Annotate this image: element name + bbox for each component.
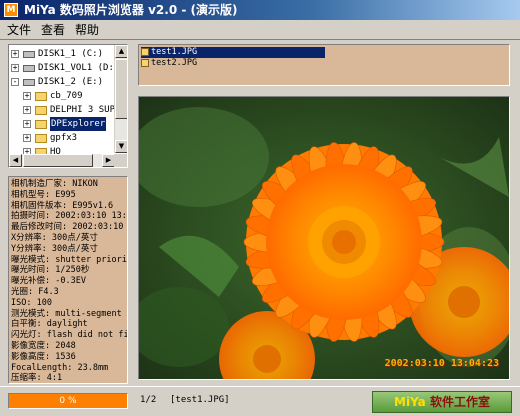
tree-item-label[interactable]: DISK1_1 (C:): [38, 47, 103, 61]
title-bar[interactable]: M MiYa 数码照片浏览器 v2.0 - (演示版): [0, 0, 520, 20]
exif-line: 光圈: F4.3: [11, 287, 59, 297]
exif-line: 测光模式: multi-segment: [11, 308, 122, 319]
file-list-item[interactable]: test2.JPG: [141, 58, 197, 69]
tree-item-label[interactable]: DISK1_2 (E:): [38, 75, 103, 89]
folder-tree[interactable]: + DISK1_1 (C:) + DISK1_VOL1 (D:) - DISK1_2 (E…: [8, 44, 128, 168]
exif-line: 相机固件版本: E995v1.6: [11, 200, 114, 211]
current-file-name: [test1.JPG]: [170, 395, 230, 405]
drive-icon: [23, 51, 35, 58]
exif-info-panel: 相机制造厂家: NIKON 相机型号: E995 相机固件版本: E995v1.6 拍…: [8, 176, 128, 384]
brand-logo: MiYa 软件工作室: [372, 391, 512, 413]
exif-line: 拍摄时间: 2002:03:10 13:: [11, 211, 127, 222]
expand-icon[interactable]: +: [23, 120, 31, 128]
exif-line: 压缩率: 4:1: [11, 373, 63, 384]
exif-line: 相机型号: E995: [11, 189, 76, 200]
exif-line: 相机制造厂家: NIKON: [11, 179, 98, 189]
tree-horizontal-scrollbar[interactable]: ◀ ▶: [9, 154, 115, 167]
scroll-thumb-horizontal[interactable]: [23, 154, 93, 167]
scroll-up-arrow-icon[interactable]: ▲: [115, 45, 127, 58]
folder-icon: [35, 92, 47, 101]
exif-line: 白平衡: daylight: [11, 319, 88, 330]
status-bar: 0 % 1/2 [test1.JPG] MiYa 软件工作室: [0, 386, 520, 416]
folder-icon: [35, 106, 47, 115]
tree-vertical-scrollbar[interactable]: ▲ ▼: [114, 45, 127, 153]
exif-line: ISO: 100: [11, 297, 52, 308]
exif-line: 最后修改时间: 2002:03:10: [11, 222, 124, 233]
photo-datestamp: 2002:03:10 13:04:23: [384, 358, 499, 369]
exif-line: 曝光补偿: -0.3EV: [11, 276, 86, 287]
brand-logo-part1: MiYa: [394, 395, 426, 409]
exif-line: 闪光灯: flash did not fi: [11, 330, 128, 341]
file-name: test2.JPG: [151, 58, 198, 68]
tree-item-label[interactable]: gpfx3: [50, 131, 77, 145]
scroll-left-arrow-icon[interactable]: ◀: [9, 154, 22, 167]
tree-item-label[interactable]: DISK1_VOL1 (D:): [38, 61, 119, 75]
exif-line: 影像高度: 1536: [11, 351, 76, 362]
app-icon[interactable]: M: [4, 3, 18, 17]
exif-line: X分辨率: 300点/英寸: [11, 233, 98, 243]
collapse-icon[interactable]: -: [11, 78, 19, 86]
exif-line: FocalLength: 23.8mm: [11, 362, 109, 373]
window-title: MiYa 数码照片浏览器 v2.0 - (演示版): [24, 3, 238, 17]
expand-icon[interactable]: +: [23, 134, 31, 142]
expand-icon[interactable]: +: [23, 92, 31, 100]
scroll-thumb[interactable]: [115, 59, 127, 119]
file-name: test1.JPG: [151, 47, 198, 57]
progress-bar: 0 %: [8, 393, 128, 409]
folder-icon: [35, 120, 47, 129]
file-list[interactable]: test1.JPG test2.JPG: [138, 44, 510, 86]
brand-logo-part2: 软件工作室: [429, 395, 490, 409]
exif-line: 影像宽度: 2048: [11, 341, 76, 351]
photo-image: [139, 97, 509, 379]
scroll-down-arrow-icon[interactable]: ▼: [115, 140, 127, 153]
tree-item-label[interactable]: DPExplorer: [50, 117, 107, 131]
menu-help[interactable]: 帮助: [72, 22, 102, 38]
file-list-item[interactable]: test1.JPG: [141, 47, 325, 58]
menu-bar: 文件 查看 帮助: [0, 20, 520, 40]
scroll-corner: [114, 154, 127, 167]
menu-view[interactable]: 查看: [38, 22, 68, 38]
drive-icon: [23, 65, 35, 72]
jpg-file-icon: [141, 47, 149, 56]
tree-item-label[interactable]: cb_709: [50, 89, 83, 103]
exif-line: 曝光模式: shutter priori: [11, 254, 127, 265]
exif-line: Y分辨率: 300点/英寸: [11, 243, 98, 254]
expand-icon[interactable]: +: [11, 50, 19, 58]
drive-icon: [23, 79, 35, 86]
image-preview[interactable]: 2002:03:10 13:04:23: [138, 96, 510, 380]
exif-line: 曝光时间: 1/250秒: [11, 265, 90, 276]
expand-icon[interactable]: +: [11, 64, 19, 72]
expand-icon[interactable]: +: [23, 106, 31, 114]
page-indicator: 1/2: [140, 395, 157, 405]
progress-text: 0 %: [59, 396, 77, 406]
jpg-file-icon: [141, 58, 149, 67]
tree-item-label[interactable]: DELPHI 3 SUP: [50, 103, 115, 117]
menu-file[interactable]: 文件: [4, 22, 34, 38]
folder-icon: [35, 134, 47, 143]
